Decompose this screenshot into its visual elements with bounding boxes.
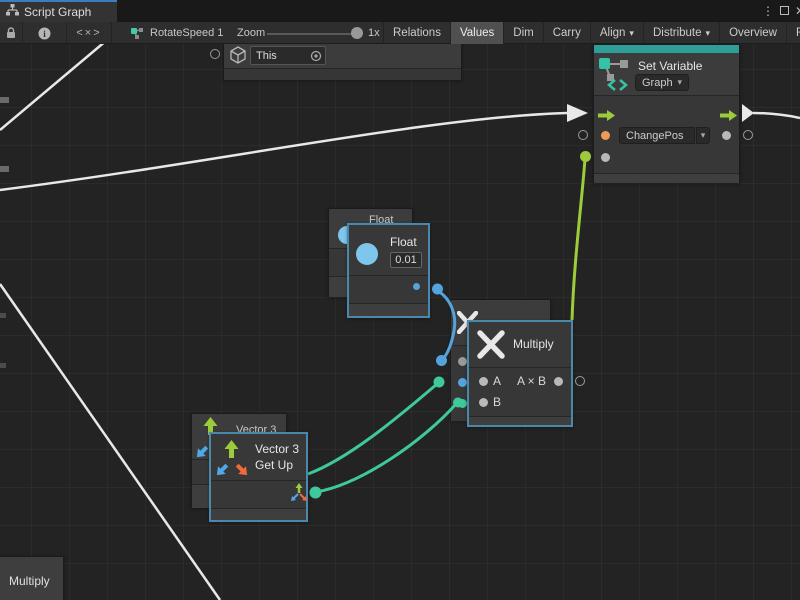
port-label-b: B (493, 395, 501, 409)
float-value-field[interactable]: 0.01 (390, 252, 422, 268)
multiply-output-port-ring[interactable] (575, 376, 585, 386)
carry-button[interactable]: Carry (543, 22, 590, 44)
output-port[interactable] (722, 131, 731, 140)
window-close-icon[interactable]: ✕ (792, 4, 800, 18)
variable-name-value: ChangePos (626, 130, 684, 142)
setvariable-left-port-ring[interactable] (578, 130, 588, 140)
this-output-port-ring[interactable] (210, 49, 220, 59)
float-value: 0.01 (395, 254, 416, 266)
window-maximize-icon[interactable] (776, 4, 792, 18)
code-view-icon: <×> (76, 27, 101, 39)
offscreen-edge-mark (0, 166, 9, 172)
tab-bar: Script Graph ⋮ ✕ (0, 0, 800, 22)
this-object-field[interactable]: This (250, 46, 326, 65)
variable-name-dropdown-arrow[interactable]: ▾ (696, 127, 710, 144)
node-title: Multiply (513, 337, 554, 351)
offscreen-edge-mark (0, 313, 6, 318)
output-port[interactable] (554, 377, 563, 386)
dim-button[interactable]: Dim (503, 22, 542, 44)
gameobject-cube-icon (229, 46, 247, 69)
control-input-arrow-icon[interactable] (598, 108, 615, 126)
script-graph-icon (6, 3, 19, 21)
port-label-a: A (493, 374, 501, 388)
node-set-variable[interactable]: Set Variable Graph ▾ ChangePos ▾ (593, 44, 740, 183)
zoom-slider-track[interactable] (267, 33, 357, 35)
offscreen-edge-mark (0, 97, 9, 103)
multiply-x-icon (477, 330, 505, 364)
zoom-slider-handle[interactable] (351, 27, 363, 39)
info-icon: i (38, 27, 51, 40)
input-port[interactable] (458, 357, 467, 366)
node-title: Multiply (9, 574, 50, 588)
zoom-level: 1x (368, 27, 380, 39)
chevron-down-icon: ▾ (629, 28, 634, 39)
graph-breadcrumb-icon (130, 27, 144, 42)
node-multiply-front[interactable]: Multiply A A × B B (467, 320, 573, 427)
set-variable-icon (598, 56, 630, 99)
input-port-a[interactable] (479, 377, 488, 386)
control-output-arrow-icon[interactable] (720, 108, 737, 126)
zoom-label: Zoom (237, 27, 265, 39)
vector3-output-type-icon[interactable] (289, 483, 307, 508)
chevron-down-icon: ▾ (706, 28, 711, 39)
this-field-value: This (256, 50, 277, 62)
align-button[interactable]: Align▾ (590, 22, 643, 44)
node-multiply-corner[interactable]: Multiply (0, 556, 64, 600)
tab-script-graph[interactable]: Script Graph (0, 0, 117, 22)
node-float-front[interactable]: Float 0.01 (347, 223, 430, 318)
setvariable-right-port-ring[interactable] (743, 130, 753, 140)
object-picker-icon[interactable] (310, 50, 322, 65)
node-subtitle: Get Up (255, 458, 293, 472)
scope-value: Graph (642, 77, 673, 89)
port-label-output: A × B (517, 374, 546, 388)
full-screen-button[interactable]: Full Screen (786, 22, 800, 44)
selection-teal-bar (594, 45, 739, 53)
chevron-down-icon: ▾ (677, 77, 682, 88)
lock-icon (6, 27, 16, 39)
toolbar-button-group: Relations Values Dim Carry Align▾ Distri… (383, 22, 800, 44)
value-input-port[interactable] (601, 153, 610, 162)
graph-breadcrumb[interactable]: RotateSpeed 1 (150, 27, 223, 39)
info-button[interactable]: i (23, 22, 67, 44)
node-title: Set Variable (638, 59, 702, 73)
tab-label: Script Graph (24, 5, 91, 19)
input-port-connected-teal[interactable] (458, 399, 467, 408)
node-vector3-get-up[interactable]: Vector 3 Get Up (209, 432, 308, 522)
values-button[interactable]: Values (450, 22, 503, 44)
lock-button[interactable] (0, 22, 23, 44)
input-port-connected-blue[interactable] (458, 378, 467, 387)
window-menu-icon[interactable]: ⋮ (760, 4, 776, 18)
float-output-port[interactable] (413, 283, 420, 290)
chevron-down-icon: ▾ (701, 130, 706, 141)
variable-name-dropdown[interactable]: ChangePos (619, 127, 695, 144)
variable-name-port[interactable] (601, 131, 610, 140)
node-this[interactable]: This (223, 41, 462, 80)
code-view-button[interactable]: <×> (67, 22, 112, 44)
overview-button[interactable]: Overview (719, 22, 786, 44)
input-port-b[interactable] (479, 398, 488, 407)
float-type-icon (356, 243, 378, 265)
relations-button[interactable]: Relations (383, 22, 450, 44)
node-title: Vector 3 (255, 442, 299, 456)
graph-toolbar: i <×> RotateSpeed 1 Zoom 1x Relations Va… (0, 22, 800, 44)
distribute-button[interactable]: Distribute▾ (643, 22, 719, 44)
script-graph-window: Float Vector 3 (0, 0, 800, 600)
node-title: Float (390, 235, 417, 249)
offscreen-edge-mark (0, 363, 6, 368)
variable-scope-dropdown[interactable]: Graph ▾ (635, 74, 689, 91)
